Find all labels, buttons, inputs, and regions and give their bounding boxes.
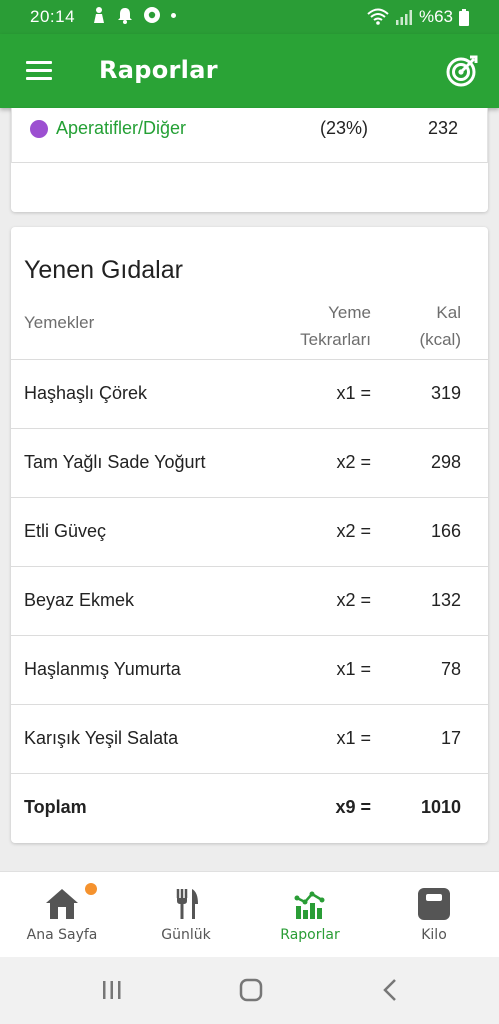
home-button-icon[interactable] bbox=[239, 978, 263, 1002]
food-kcal: 78 bbox=[440, 659, 461, 679]
menu-icon[interactable] bbox=[26, 61, 52, 81]
column-header-calories: Kal (kcal) bbox=[419, 303, 461, 349]
system-nav-bar bbox=[0, 957, 499, 1024]
table-row[interactable]: Karışık Yeşil Salata x1 = 17 bbox=[11, 705, 488, 774]
notification-badge bbox=[85, 883, 97, 895]
nav-item-weight[interactable]: Kilo bbox=[372, 872, 496, 958]
food-name: Haşlanmış Yumurta bbox=[24, 659, 181, 679]
total-count: x9 = bbox=[335, 797, 371, 817]
food-count: x1 = bbox=[336, 659, 371, 679]
fork-knife-icon bbox=[176, 889, 198, 919]
table-row[interactable]: Etli Güveç x2 = 166 bbox=[11, 498, 488, 567]
nav-label-weight: Kilo bbox=[421, 927, 447, 943]
total-kcal: 1010 bbox=[420, 797, 461, 817]
food-name: Tam Yağlı Sade Yoğurt bbox=[24, 452, 206, 472]
category-value: 232 bbox=[427, 118, 458, 138]
more-notifications-dot bbox=[171, 12, 176, 18]
table-row[interactable]: Tam Yağlı Sade Yoğurt x2 = 298 bbox=[11, 429, 488, 498]
food-kcal: 17 bbox=[440, 728, 461, 748]
food-kcal: 298 bbox=[430, 452, 461, 472]
recent-apps-icon[interactable] bbox=[101, 979, 123, 1001]
nav-label-reports: Raporlar bbox=[280, 927, 340, 943]
total-row: Toplam x9 = 1010 bbox=[11, 774, 488, 843]
wifi-icon bbox=[367, 8, 389, 25]
app-bar: Raporlar bbox=[0, 34, 499, 108]
food-name: Karışık Yeşil Salata bbox=[24, 728, 179, 748]
nav-label-home: Ana Sayfa bbox=[26, 927, 98, 943]
bottom-nav: Ana Sayfa Günlük Raporlar Kilo bbox=[0, 871, 499, 958]
category-color-dot bbox=[30, 120, 48, 138]
card-title: Yenen Gıdalar bbox=[24, 256, 183, 284]
category-row[interactable]: Aperatifler/Diğer (23%) 232 bbox=[11, 108, 488, 163]
page-title: Raporlar bbox=[99, 56, 218, 84]
nav-item-home[interactable]: Ana Sayfa bbox=[0, 872, 124, 958]
chart-icon bbox=[294, 891, 325, 919]
scale-icon bbox=[418, 888, 450, 920]
status-time: 20:14 bbox=[30, 7, 76, 26]
food-count: x2 = bbox=[336, 590, 371, 610]
eaten-foods-card: Yenen Gıdalar Yemekler Yeme Tekrarları K… bbox=[11, 227, 488, 843]
nav-item-reports[interactable]: Raporlar bbox=[248, 872, 372, 958]
back-icon[interactable] bbox=[381, 978, 399, 1002]
food-name: Haşhaşlı Çörek bbox=[24, 383, 148, 403]
category-breakdown-card: Aperatifler/Diğer (23%) 232 bbox=[11, 108, 488, 212]
battery-icon bbox=[459, 8, 469, 26]
total-label: Toplam bbox=[24, 797, 87, 817]
table-row[interactable]: Beyaz Ekmek x2 = 132 bbox=[11, 567, 488, 636]
food-kcal: 319 bbox=[430, 383, 461, 403]
signal-icon bbox=[395, 10, 412, 25]
food-count: x1 = bbox=[336, 728, 371, 748]
column-header-food: Yemekler bbox=[24, 313, 95, 332]
target-icon[interactable] bbox=[445, 54, 479, 88]
status-bar: 20:14 %63 bbox=[0, 0, 499, 34]
chrome-icon bbox=[144, 7, 160, 23]
category-percent: (23%) bbox=[320, 118, 369, 138]
category-label: Aperatifler/Diğer bbox=[56, 118, 187, 138]
column-header-repeats: Yeme Tekrarları bbox=[300, 303, 371, 349]
home-icon bbox=[46, 889, 78, 919]
food-count: x2 = bbox=[336, 452, 371, 472]
notification-icon bbox=[94, 7, 104, 23]
table-row[interactable]: Haşhaşlı Çörek x1 = 319 bbox=[11, 360, 488, 429]
food-name: Beyaz Ekmek bbox=[24, 590, 135, 610]
food-kcal: 132 bbox=[430, 590, 461, 610]
nav-label-diary: Günlük bbox=[161, 927, 211, 943]
food-count: x2 = bbox=[336, 521, 371, 541]
table-row[interactable]: Haşlanmış Yumurta x1 = 78 bbox=[11, 636, 488, 705]
battery-percent: %63 bbox=[418, 7, 453, 26]
bell-icon bbox=[118, 8, 132, 24]
food-count: x1 = bbox=[336, 383, 371, 403]
food-kcal: 166 bbox=[430, 521, 461, 541]
food-name: Etli Güveç bbox=[24, 521, 107, 541]
nav-item-diary[interactable]: Günlük bbox=[124, 872, 248, 958]
